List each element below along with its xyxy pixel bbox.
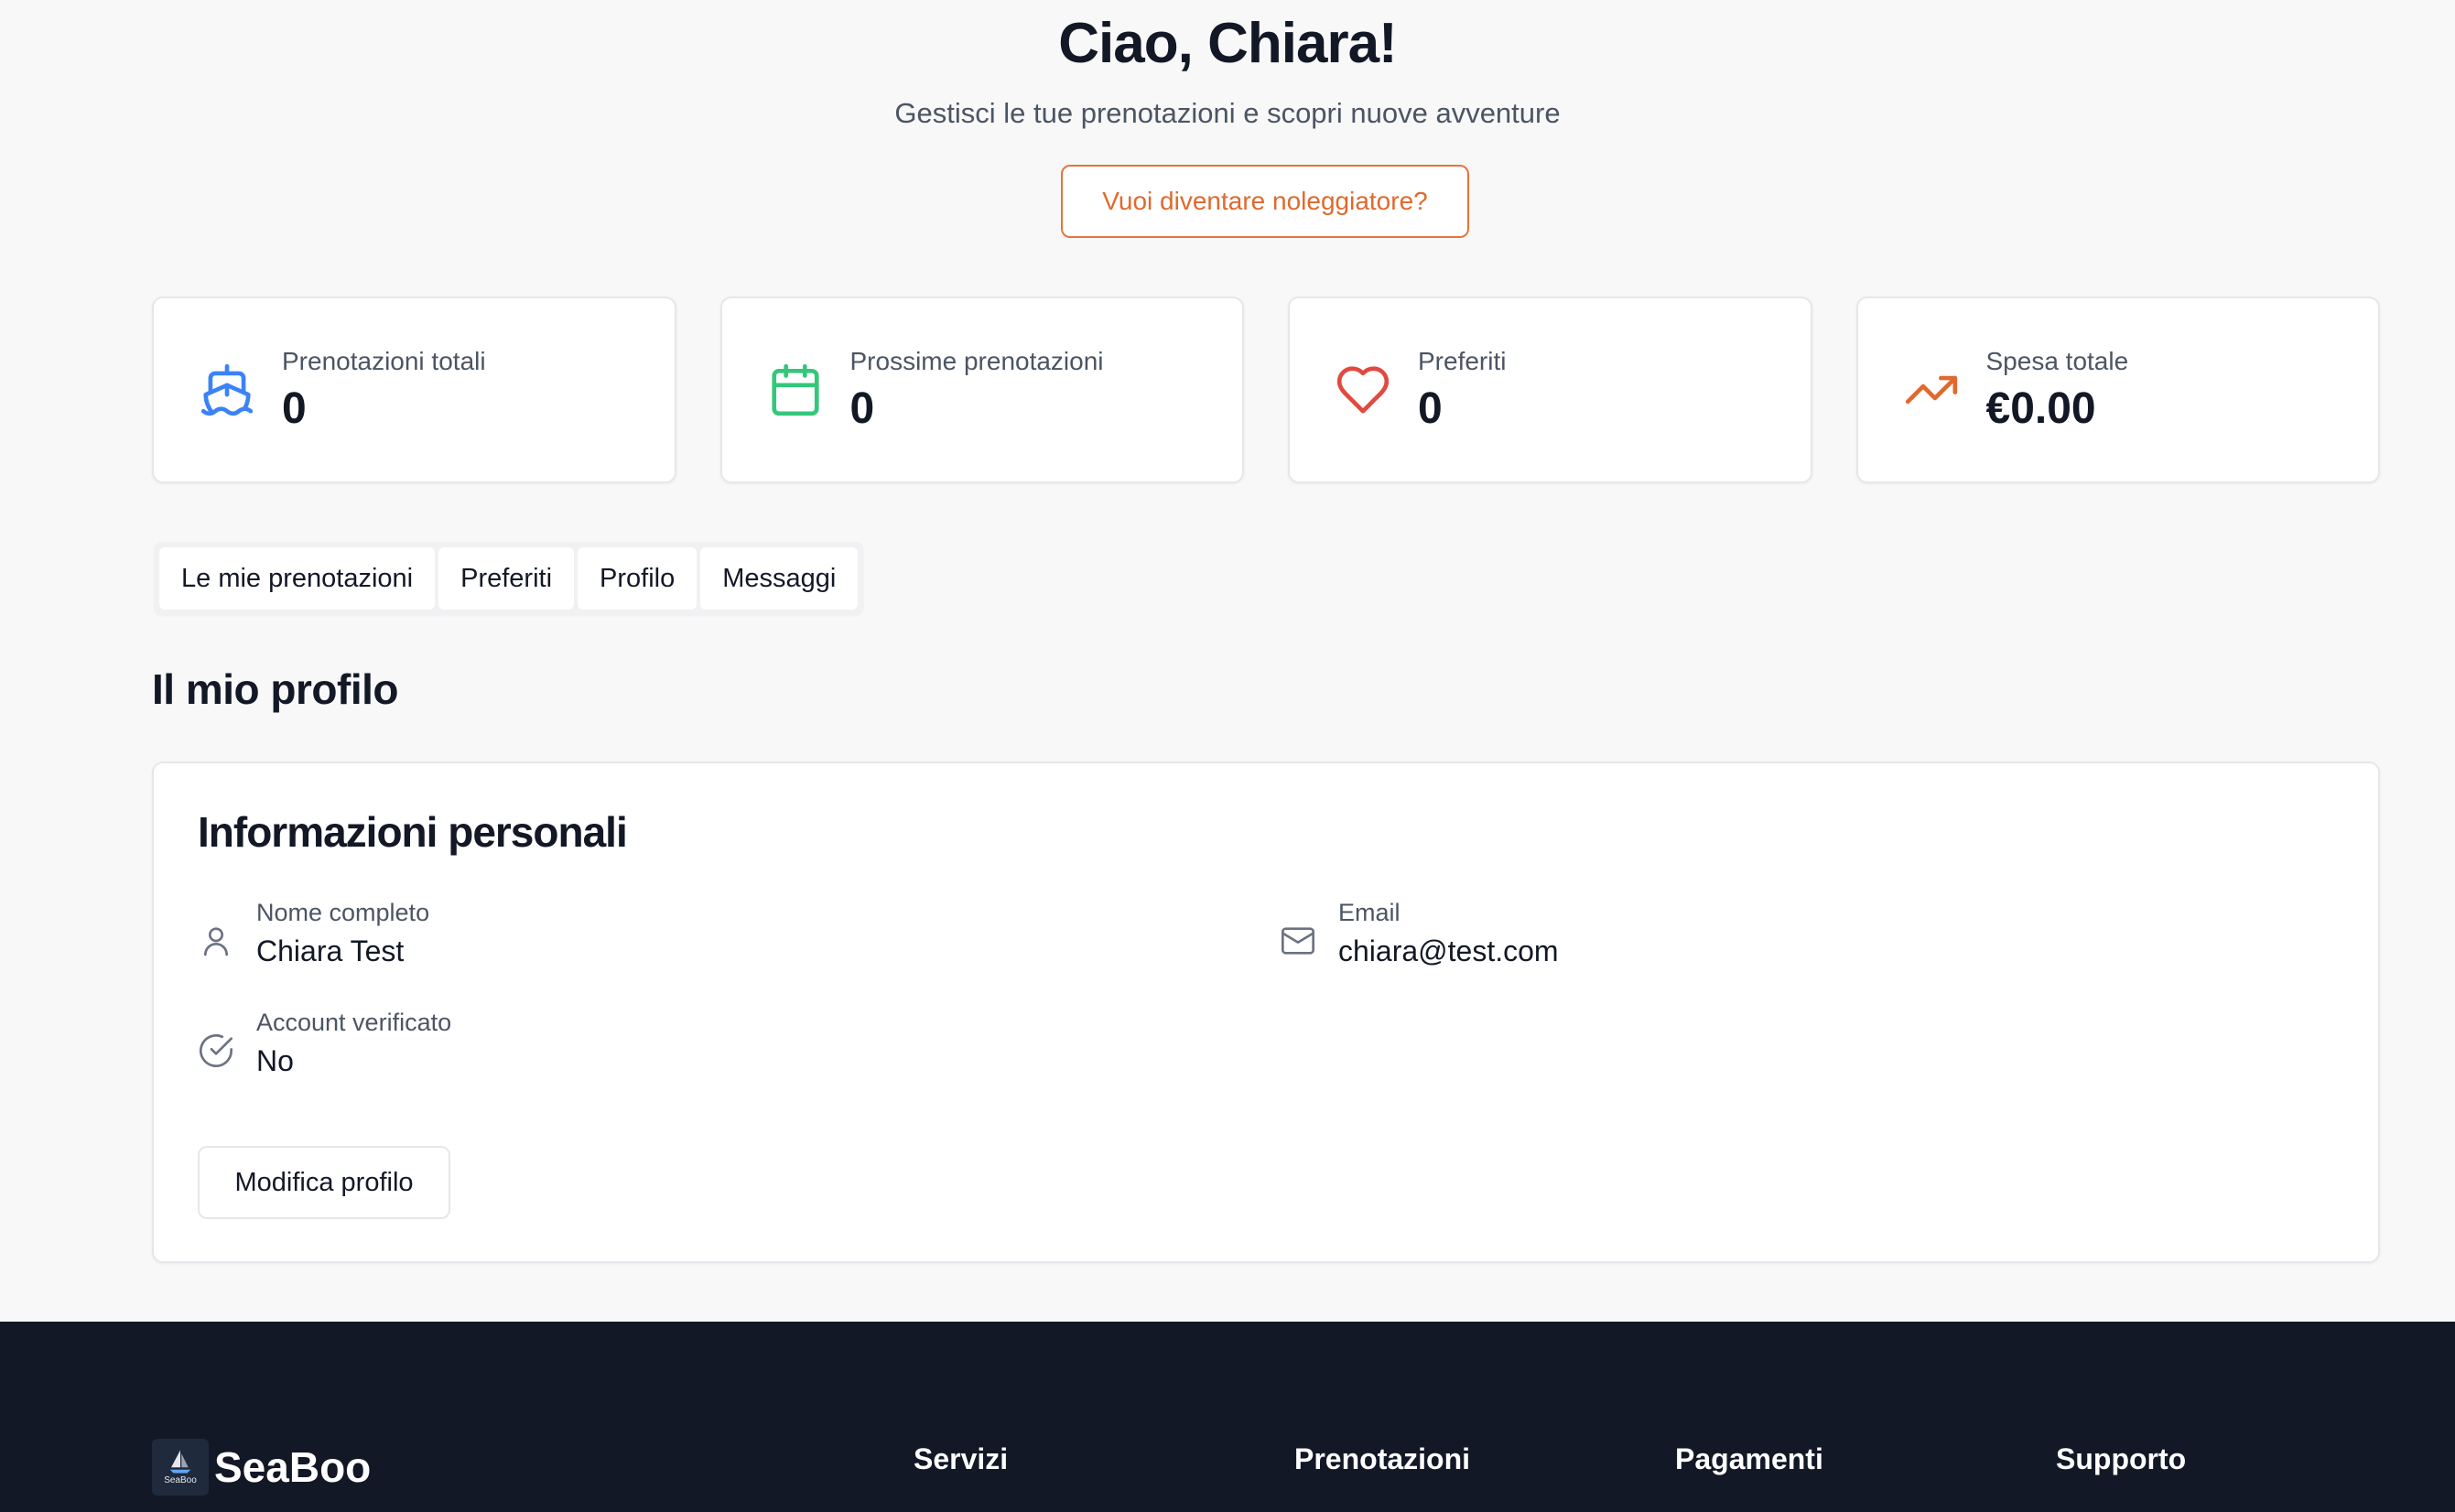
footer-heading-services: Servizi	[914, 1442, 1009, 1475]
logo-small-text: SeaBoo	[164, 1475, 197, 1485]
become-renter-button[interactable]: Vuoi diventare noleggiatore?	[1061, 165, 1469, 238]
field-value: Chiara Test	[256, 934, 405, 967]
tab-profile[interactable]: Profilo	[578, 547, 698, 610]
stat-label: Preferiti	[1418, 346, 1507, 375]
stats-row: Prenotazioni totali 0 Prossime prenotazi…	[152, 297, 2380, 483]
field-email: Email chiara@test.com	[1280, 899, 1559, 968]
field-value: chiara@test.com	[1338, 934, 1559, 967]
boat-icon	[198, 361, 256, 419]
profile-card: Informazioni personali Nome completo Chi…	[152, 761, 2380, 1263]
heart-icon	[1334, 361, 1392, 419]
sailboat-icon: SeaBoo	[152, 1439, 209, 1496]
stat-card-total-bookings: Prenotazioni totali 0	[152, 297, 676, 483]
stat-value: 0	[282, 383, 307, 433]
stat-card-favorites: Preferiti 0	[1288, 297, 1812, 483]
greeting-subtitle: Gestisci le tue prenotazioni e scopri nu…	[894, 97, 1561, 129]
footer-heading-payments: Pagamenti	[1675, 1442, 1823, 1475]
greeting-title: Ciao, Chiara!	[1058, 12, 1397, 75]
stat-card-total-spend: Spesa totale €0.00	[1855, 297, 2380, 483]
card-title: Informazioni personali	[198, 808, 628, 856]
logo-name: SeaBoo	[214, 1443, 372, 1491]
field-account-verified: Account verificato No	[198, 1009, 451, 1078]
field-label: Nome completo	[256, 899, 430, 926]
edit-profile-button[interactable]: Modifica profilo	[198, 1146, 450, 1219]
dashboard-page: Ciao, Chiara! Gestisci le tue prenotazio…	[0, 0, 2455, 1512]
footer-heading-bookings: Prenotazioni	[1294, 1442, 1471, 1475]
stat-label: Prossime prenotazioni	[849, 346, 1104, 375]
stat-card-upcoming-bookings: Prossime prenotazioni 0	[719, 297, 1244, 483]
stat-value: 0	[1418, 383, 1443, 433]
dashboard-tabs: Le mie prenotazioni Preferiti Profilo Me…	[154, 542, 864, 615]
footer-heading-support: Supporto	[2056, 1442, 2187, 1475]
trending-up-icon	[1902, 361, 1961, 419]
stat-label: Prenotazioni totali	[282, 346, 486, 375]
footer-logo[interactable]: SeaBoo SeaBoo	[152, 1439, 371, 1496]
stat-value: €0.00	[1985, 383, 2096, 433]
tab-my-bookings[interactable]: Le mie prenotazioni	[159, 547, 436, 610]
calendar-icon	[766, 361, 825, 419]
mail-icon	[1280, 923, 1316, 959]
site-footer: SeaBoo SeaBoo Servizi Prenotazioni Pagam…	[0, 1322, 2455, 1512]
field-value: No	[256, 1044, 294, 1077]
check-circle-icon	[198, 1032, 234, 1069]
section-title: Il mio profilo	[152, 665, 398, 713]
field-full-name: Nome completo Chiara Test	[198, 899, 429, 968]
field-label: Email	[1338, 899, 1401, 926]
stat-label: Spesa totale	[1985, 346, 2129, 375]
tab-messages[interactable]: Messaggi	[700, 547, 859, 610]
stat-value: 0	[849, 383, 875, 433]
tab-favorites[interactable]: Preferiti	[438, 547, 575, 610]
field-label: Account verificato	[256, 1009, 452, 1036]
user-icon	[198, 923, 234, 959]
